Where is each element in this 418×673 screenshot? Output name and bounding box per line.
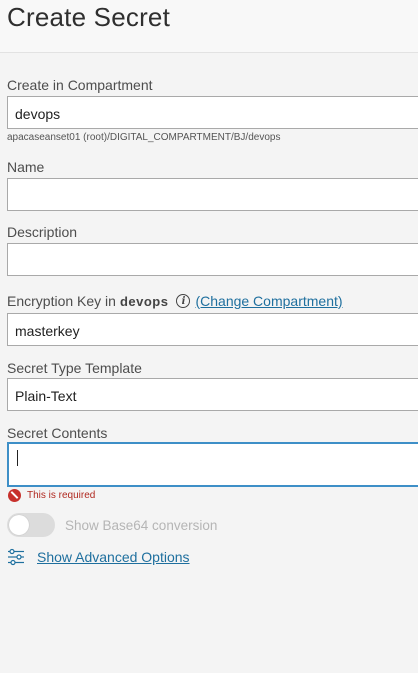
- compartment-label: Create in Compartment: [7, 77, 153, 93]
- description-input[interactable]: [7, 243, 418, 276]
- encryption-key-select[interactable]: masterkey: [7, 313, 418, 346]
- secret-type-value: Plain-Text: [15, 388, 77, 404]
- name-label: Name: [7, 159, 45, 175]
- base64-toggle-row: Show Base64 conversion: [7, 513, 217, 537]
- show-advanced-options-link[interactable]: Show Advanced Options: [37, 549, 190, 565]
- toggle-knob: [9, 515, 29, 535]
- encryption-key-value: masterkey: [15, 323, 80, 339]
- secret-contents-error: This is required: [8, 489, 95, 502]
- page-title: Create Secret: [7, 2, 171, 32]
- base64-toggle-label: Show Base64 conversion: [65, 517, 218, 533]
- error-icon: [8, 489, 21, 502]
- compartment-value: devops: [15, 106, 61, 122]
- secret-type-label: Secret Type Template: [7, 360, 142, 376]
- info-icon[interactable]: i: [176, 294, 191, 308]
- secret-contents-textarea[interactable]: [7, 442, 418, 487]
- name-input[interactable]: [7, 178, 418, 211]
- compartment-select[interactable]: devops: [7, 96, 418, 129]
- encryption-key-label-row: Encryption Key in devops i (Change Compa…: [7, 292, 343, 310]
- base64-toggle[interactable]: [7, 513, 55, 537]
- compartment-path-hint: apacaseanset01 (root)/DIGITAL_COMPARTMEN…: [7, 132, 281, 143]
- advanced-options-row: Show Advanced Options: [7, 548, 190, 566]
- sliders-icon[interactable]: [7, 548, 25, 566]
- text-cursor: [17, 450, 18, 466]
- change-compartment-link[interactable]: (Change Compartment): [195, 293, 342, 309]
- error-message: This is required: [27, 490, 96, 501]
- description-label: Description: [7, 224, 78, 240]
- secret-contents-label: Secret Contents: [7, 425, 108, 441]
- page-header: Create Secret: [0, 0, 418, 53]
- encryption-key-label: Encryption Key in: [7, 293, 116, 309]
- encryption-key-compartment: devops: [119, 293, 169, 309]
- secret-type-select[interactable]: Plain-Text: [7, 378, 418, 411]
